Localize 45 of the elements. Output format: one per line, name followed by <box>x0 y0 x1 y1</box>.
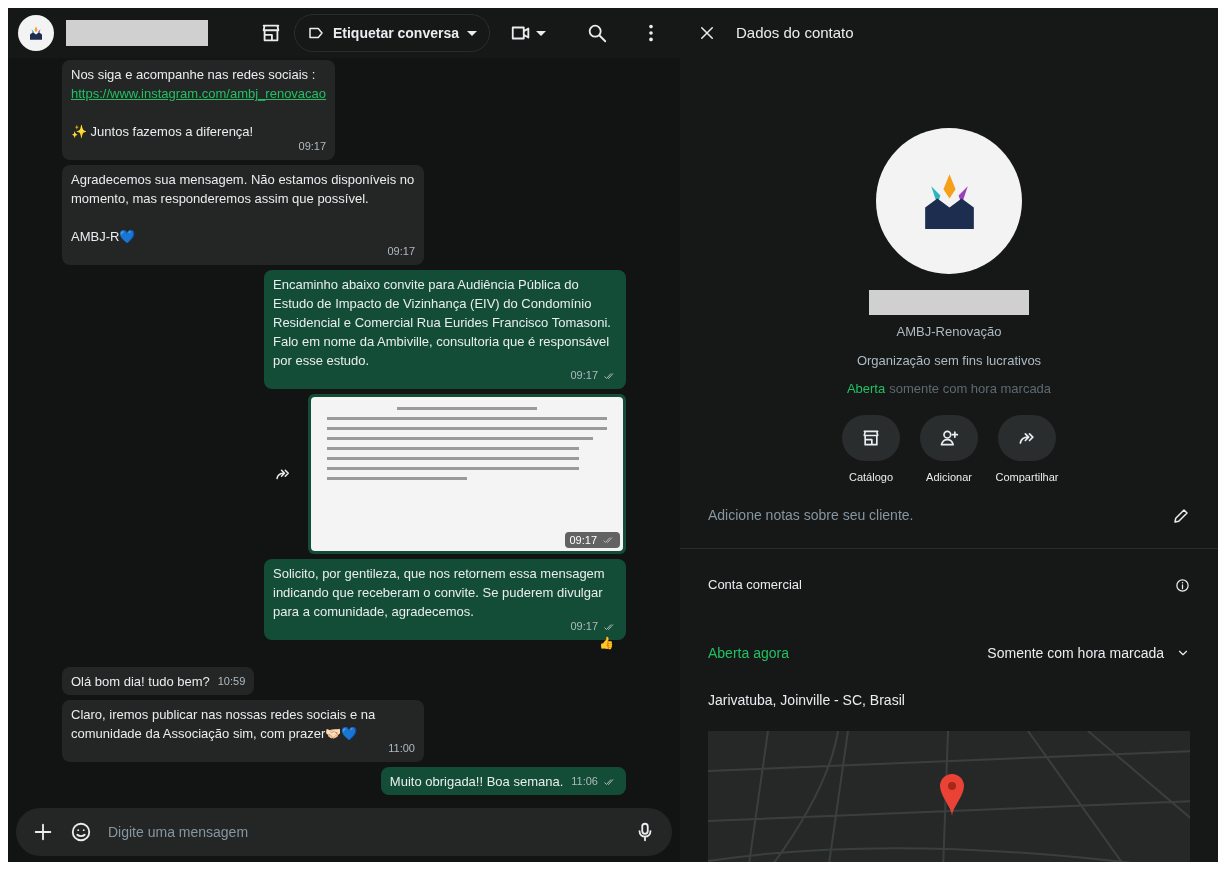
contact-avatar <box>18 15 54 51</box>
caret-icon <box>536 30 546 36</box>
message-time: 09:17 <box>569 532 597 548</box>
close-icon[interactable] <box>698 24 716 42</box>
hours-note: somente com hora marcada <box>889 380 1052 398</box>
message-composer[interactable]: Digite uma mensagem <box>16 808 672 856</box>
message-text: Encaminho abaixo convite para Audiência Pública do Estudo de Impacto de Vizinhança (EIV) do Condomínio Residencial e Comercial Rua Eurides Francisco Tomasoni. Falo em nome da Ambiville, consultoria que é responsável por esse estudo. <box>273 276 612 370</box>
message-text: AMBJ-R💙 <box>71 228 137 246</box>
info-icon[interactable] <box>1175 577 1190 593</box>
action-button[interactable] <box>920 414 978 461</box>
business-category: Organização sem fins lucrativos <box>856 351 1042 370</box>
message-link[interactable]: https://www.instagram.com/ambj_renovacao <box>71 84 327 103</box>
message-text: Olá bom dia! tudo bem? <box>71 673 210 691</box>
message-text: Solicito, por gentileza, que nos retornem essa mensagem indicando que receberam o convite. Se puderem divulgar para a comunidade, agradecemos. <box>273 565 606 621</box>
hours-dropdown[interactable]: Somente com hora marcada <box>987 642 1190 664</box>
message-time: 11:00 <box>388 741 415 756</box>
action-label: Adicionar <box>926 469 972 485</box>
message-time: 10:59 <box>217 674 246 689</box>
message-text: Agradecemos sua mensagem. Não estamos disponíveis no momento, mas responderemos assim que possível. <box>71 171 415 208</box>
message-time: 09:17 <box>570 368 598 383</box>
message-text: ✨ Juntos fazemos a diferença! <box>71 123 255 141</box>
sticker-icon[interactable] <box>70 821 92 843</box>
message-time: 09:17 <box>570 619 598 634</box>
message-text: Nos siga e acompanhe nas redes sociais : <box>71 66 317 84</box>
plus-icon[interactable] <box>32 821 54 843</box>
section-heading: Conta comercial <box>708 576 802 595</box>
message-time: 11:06 <box>571 774 598 789</box>
open-status: Aberta <box>846 380 886 398</box>
message-text: Muito obrigada!! Boa semana. <box>389 773 564 791</box>
action-label: Catálogo <box>848 469 893 485</box>
message-time: 09:17 <box>298 139 327 154</box>
reaction-emoji: 👍 <box>599 636 614 650</box>
message-time: 09:17 <box>387 244 415 259</box>
message-text: Claro, iremos publicar nas nossas redes sociais e na comunidade da Associação sim, com prazer🤝🏻💙 <box>71 706 377 743</box>
image-message[interactable]: 09:17 <box>308 394 626 554</box>
search-icon[interactable] <box>586 22 608 44</box>
action-label: Compartilhar <box>995 469 1059 485</box>
notes-field[interactable]: Adicione notas sobre seu cliente. <box>708 505 914 527</box>
caret-icon <box>467 30 477 36</box>
business-address: Jarivatuba, Joinville - SC, Brasil <box>707 690 906 710</box>
business-name: AMBJ-Renovação <box>896 323 1002 341</box>
action-button[interactable] <box>842 414 900 461</box>
open-now-status: Aberta agora <box>708 643 789 663</box>
panel-title: Dados do contato <box>736 22 854 43</box>
pencil-icon[interactable] <box>1172 506 1190 525</box>
